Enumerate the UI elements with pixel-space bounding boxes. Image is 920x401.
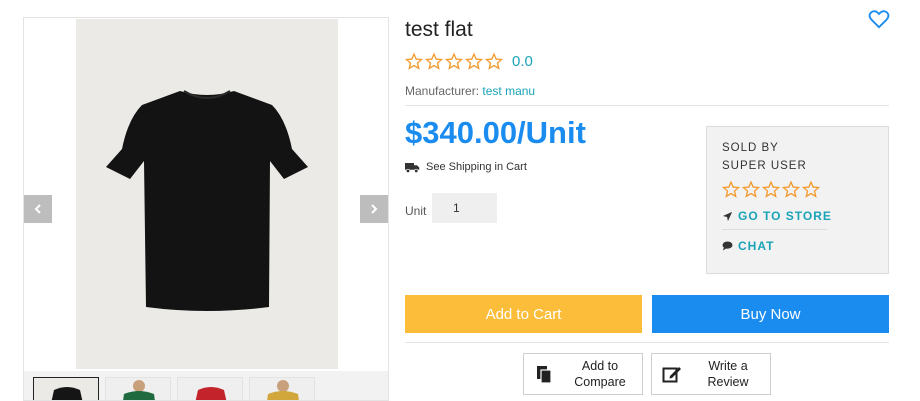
write-review-label: Write a Review	[707, 359, 749, 389]
thumbnail-image	[178, 378, 242, 400]
divider	[405, 342, 889, 343]
star-outline-icon	[425, 53, 443, 70]
product-gallery	[23, 17, 389, 401]
add-to-compare-label: Add to Compare	[574, 359, 626, 389]
thumbnail-image	[250, 378, 314, 400]
heart-icon[interactable]	[868, 9, 890, 29]
star-outline-icon	[445, 53, 463, 70]
product-rating[interactable]: 0.0	[405, 53, 533, 70]
star-outline-icon	[405, 53, 423, 70]
seller-box: SOLD BY SUPER USER GO TO STORE CHAT	[706, 126, 889, 274]
shipping-info[interactable]: See Shipping in Cart	[405, 161, 527, 173]
gallery-prev-button[interactable]	[24, 195, 52, 223]
shipping-text: See Shipping in Cart	[426, 161, 527, 173]
thumbnail-green[interactable]	[105, 377, 171, 400]
chat-label: CHAT	[738, 239, 775, 253]
product-title: test flat	[405, 18, 473, 41]
rating-stars	[405, 53, 503, 70]
chevron-left-icon	[34, 204, 41, 214]
divider	[405, 105, 889, 106]
divider	[722, 229, 827, 230]
rating-value[interactable]: 0.0	[512, 53, 533, 70]
write-review-button[interactable]: Write a Review	[651, 353, 771, 395]
thumbnail-red[interactable]	[177, 377, 243, 400]
manufacturer-link[interactable]: test manu	[482, 84, 535, 98]
thumbnail-image	[34, 378, 98, 400]
quantity-input[interactable]	[432, 193, 497, 223]
star-outline-icon	[782, 181, 800, 198]
edit-icon	[652, 365, 692, 384]
star-outline-icon	[722, 181, 740, 198]
star-outline-icon	[742, 181, 760, 198]
product-main-image[interactable]	[76, 19, 338, 369]
star-outline-icon	[485, 53, 503, 70]
seller-name: SUPER USER	[722, 160, 807, 172]
manufacturer: Manufacturer: test manu	[405, 84, 535, 98]
truck-icon	[405, 162, 420, 173]
seller-rating-stars	[722, 181, 873, 198]
gallery-next-button[interactable]	[360, 195, 388, 223]
thumbnail-image	[106, 378, 170, 400]
star-outline-icon	[762, 181, 780, 198]
buy-now-button[interactable]: Buy Now	[652, 295, 889, 333]
add-to-compare-button[interactable]: Add to Compare	[523, 353, 643, 395]
product-price: $340.00/Unit	[405, 115, 586, 150]
chevron-right-icon	[371, 204, 378, 214]
star-outline-icon	[465, 53, 483, 70]
add-to-cart-button[interactable]: Add to Cart	[405, 295, 642, 333]
chat-bubble-icon	[722, 241, 733, 251]
thumbnail-strip	[24, 371, 388, 400]
sold-by-label: SOLD BY	[722, 142, 779, 154]
copy-icon	[524, 365, 564, 384]
thumbnail-mustard[interactable]	[249, 377, 315, 400]
unit-label: Unit	[405, 204, 427, 218]
chat-link[interactable]: CHAT	[722, 239, 873, 253]
manufacturer-label: Manufacturer:	[405, 84, 480, 98]
location-arrow-icon	[722, 211, 733, 221]
thumbnail-black[interactable]	[33, 377, 99, 400]
star-outline-icon	[802, 181, 820, 198]
go-to-store-link[interactable]: GO TO STORE	[722, 209, 873, 223]
tshirt-image	[76, 19, 338, 369]
go-to-store-label: GO TO STORE	[738, 209, 832, 223]
